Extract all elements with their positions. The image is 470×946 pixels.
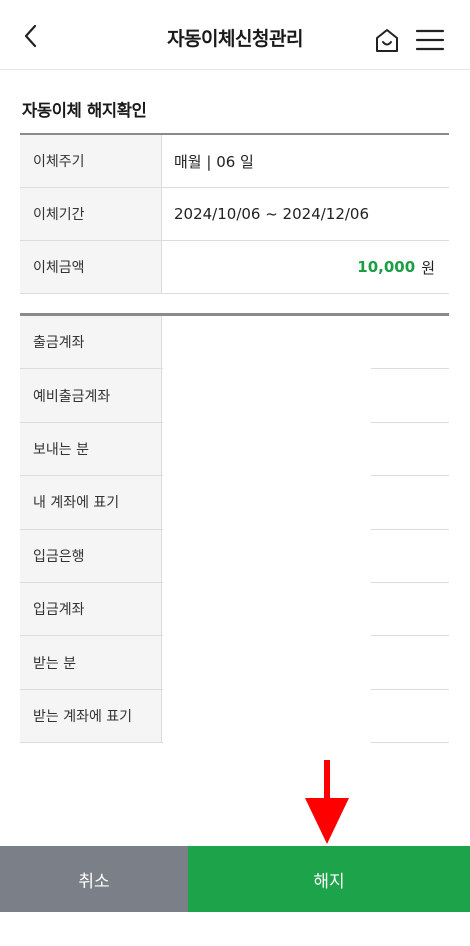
- period-label: 이체기간: [20, 188, 162, 240]
- amount-unit: 원: [421, 258, 435, 277]
- amount-value-cell: 10,000 원: [162, 241, 449, 293]
- cycle-label: 이체주기: [20, 135, 162, 187]
- recipient-label: 받는 분: [20, 636, 162, 689]
- deposit-bank-label: 입금은행: [20, 529, 162, 582]
- summary-row-amount: 이체금액 10,000 원: [20, 241, 449, 294]
- page: 자동이체신청관리 자동이체 해지확인 이체주기 매월 | 06 일 이체기간 2…: [0, 0, 470, 946]
- hamburger-menu-icon[interactable]: [415, 27, 445, 53]
- section-title: 자동이체 해지확인: [22, 101, 147, 120]
- backup-withdrawal-account-label: 예비출금계좌: [20, 369, 162, 422]
- summary-table: 이체주기 매월 | 06 일 이체기간 2024/10/06 ~ 2024/12…: [20, 133, 449, 294]
- summary-row-period: 이체기간 2024/10/06 ~ 2024/12/06: [20, 188, 449, 241]
- sender-label: 보내는 분: [20, 422, 162, 476]
- withdrawal-account-label: 출금계좌: [20, 316, 162, 369]
- terminate-button[interactable]: 해지: [188, 846, 470, 912]
- cycle-value: 매월 | 06 일: [174, 152, 254, 171]
- home-icon[interactable]: [373, 26, 401, 54]
- summary-row-cycle: 이체주기 매월 | 06 일: [20, 135, 449, 188]
- amount-label: 이체금액: [20, 241, 162, 293]
- red-arrow-icon: [305, 760, 349, 844]
- amount-value: 10,000: [357, 258, 416, 276]
- recipient-account-memo-label: 받는 계좌에 표기: [20, 689, 162, 743]
- my-account-memo-label: 내 계좌에 표기: [20, 476, 162, 529]
- masked-values: [163, 316, 371, 744]
- deposit-account-label: 입금계좌: [20, 582, 162, 636]
- app-header: 자동이체신청관리: [0, 0, 470, 70]
- cancel-button[interactable]: 취소: [0, 846, 188, 912]
- bottom-safe-area: [0, 912, 470, 946]
- period-value: 2024/10/06 ~ 2024/12/06: [174, 205, 370, 223]
